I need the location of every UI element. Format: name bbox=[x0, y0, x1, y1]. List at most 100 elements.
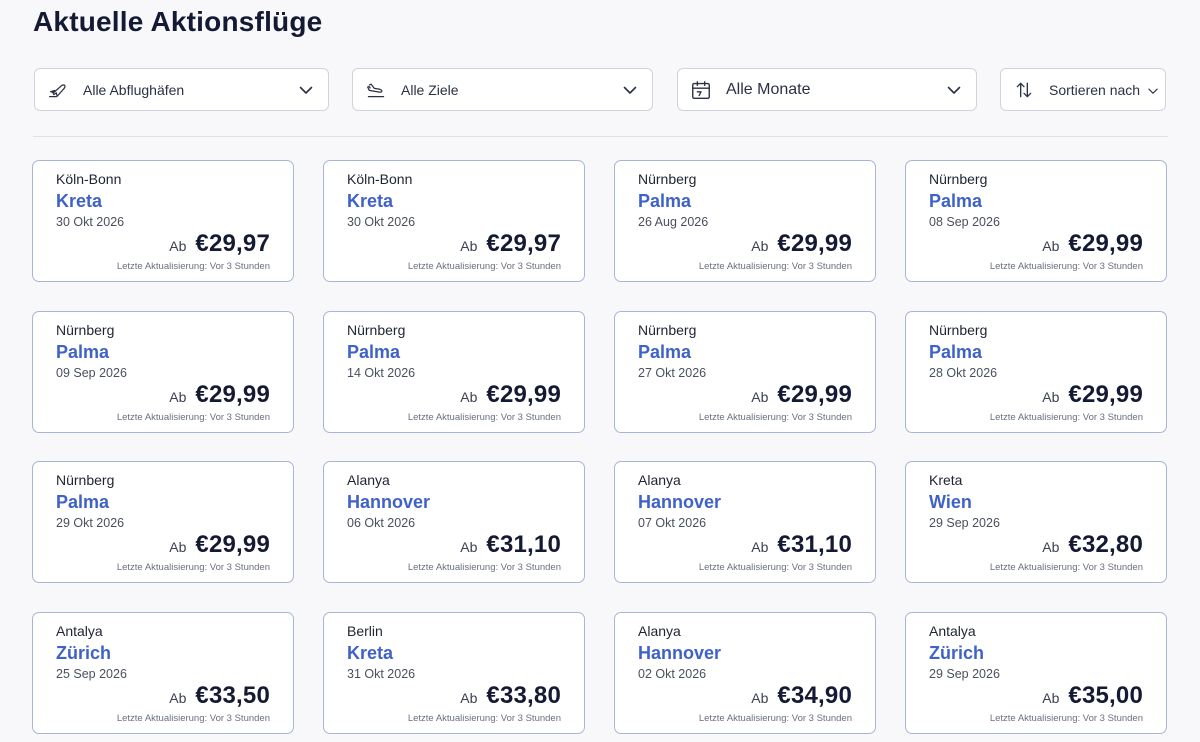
offer-destination: Palma bbox=[929, 191, 983, 211]
offer-card[interactable]: Nürnberg Palma 08 Sep 2026 Ab €29,99 Let… bbox=[905, 160, 1167, 282]
offer-origin: Köln-Bonn bbox=[56, 171, 122, 187]
offer-price-row: Ab €32,80 bbox=[1042, 531, 1143, 559]
last-updated: Letzte Aktualisierung: Vor 3 Stunden bbox=[116, 412, 270, 423]
last-updated: Letzte Aktualisierung: Vor 3 Stunden bbox=[116, 713, 270, 724]
last-updated: Letzte Aktualisierung: Vor 3 Stunden bbox=[407, 412, 561, 423]
price-prefix: Ab bbox=[460, 389, 478, 405]
offer-card[interactable]: Nürnberg Palma 26 Aug 2026 Ab €29,99 Let… bbox=[614, 160, 876, 282]
offer-date: 07 Okt 2026 bbox=[638, 516, 707, 530]
offer-card[interactable]: Nürnberg Palma 09 Sep 2026 Ab €29,99 Let… bbox=[32, 311, 294, 433]
offer-card[interactable]: Alanya Hannover 06 Okt 2026 Ab €31,10 Le… bbox=[323, 461, 585, 583]
offer-price: €35,00 bbox=[1068, 682, 1143, 709]
price-prefix: Ab bbox=[460, 690, 478, 706]
offer-date: 30 Okt 2026 bbox=[56, 215, 125, 229]
offer-price-row: Ab €29,97 bbox=[460, 230, 561, 258]
page: Aktuelle Aktionsflüge Alle Abflughäfen A… bbox=[0, 0, 1200, 742]
offer-origin: Alanya bbox=[347, 472, 390, 488]
offer-date: 29 Okt 2026 bbox=[56, 516, 125, 530]
offer-date: 08 Sep 2026 bbox=[929, 215, 1000, 229]
offer-price: €29,99 bbox=[1068, 230, 1143, 257]
offer-origin: Nürnberg bbox=[347, 322, 406, 338]
offer-origin: Nürnberg bbox=[56, 472, 115, 488]
offer-destination: Kreta bbox=[56, 191, 103, 211]
offer-date: 30 Okt 2026 bbox=[347, 215, 416, 229]
offer-card[interactable]: Kreta Wien 29 Sep 2026 Ab €32,80 Letzte … bbox=[905, 461, 1167, 583]
offer-origin: Nürnberg bbox=[638, 171, 697, 187]
offer-card[interactable]: Berlin Kreta 31 Okt 2026 Ab €33,80 Letzt… bbox=[323, 612, 585, 734]
offer-destination: Hannover bbox=[638, 492, 722, 512]
price-prefix: Ab bbox=[751, 539, 769, 555]
last-updated: Letzte Aktualisierung: Vor 3 Stunden bbox=[698, 713, 852, 724]
offer-card[interactable]: Alanya Hannover 07 Okt 2026 Ab €31,10 Le… bbox=[614, 461, 876, 583]
offer-destination: Palma bbox=[929, 342, 983, 362]
offer-price: €29,97 bbox=[195, 230, 270, 257]
offer-date: 09 Sep 2026 bbox=[56, 366, 127, 380]
offer-origin: Kreta bbox=[929, 472, 963, 488]
offer-card[interactable]: Nürnberg Palma 14 Okt 2026 Ab €29,99 Let… bbox=[323, 311, 585, 433]
offer-card[interactable]: Nürnberg Palma 29 Okt 2026 Ab €29,99 Let… bbox=[32, 461, 294, 583]
price-prefix: Ab bbox=[460, 539, 478, 555]
offer-destination: Palma bbox=[638, 191, 692, 211]
price-prefix: Ab bbox=[460, 238, 478, 254]
offer-date: 29 Sep 2026 bbox=[929, 667, 1000, 681]
last-updated: Letzte Aktualisierung: Vor 3 Stunden bbox=[989, 261, 1143, 272]
offer-price: €33,80 bbox=[486, 682, 561, 709]
price-prefix: Ab bbox=[169, 389, 187, 405]
offer-origin: Nürnberg bbox=[638, 322, 697, 338]
offer-date: 26 Aug 2026 bbox=[638, 215, 709, 229]
last-updated: Letzte Aktualisierung: Vor 3 Stunden bbox=[116, 562, 270, 573]
offer-origin: Nürnberg bbox=[929, 322, 988, 338]
offer-date: 31 Okt 2026 bbox=[347, 667, 416, 681]
offer-price: €29,99 bbox=[195, 531, 270, 558]
offer-destination: Wien bbox=[929, 492, 972, 512]
last-updated: Letzte Aktualisierung: Vor 3 Stunden bbox=[989, 412, 1143, 423]
last-updated: Letzte Aktualisierung: Vor 3 Stunden bbox=[407, 261, 561, 272]
offer-price: €32,80 bbox=[1068, 531, 1143, 558]
offer-card[interactable]: Köln-Bonn Kreta 30 Okt 2026 Ab €29,97 Le… bbox=[32, 160, 294, 282]
offer-price-row: Ab €31,10 bbox=[751, 531, 852, 559]
offer-card[interactable]: Nürnberg Palma 27 Okt 2026 Ab €29,99 Let… bbox=[614, 311, 876, 433]
offer-price-row: Ab €29,99 bbox=[751, 230, 852, 258]
offer-origin: Alanya bbox=[638, 623, 681, 639]
offer-origin: Köln-Bonn bbox=[347, 171, 413, 187]
last-updated: Letzte Aktualisierung: Vor 3 Stunden bbox=[698, 412, 852, 423]
offer-date: 25 Sep 2026 bbox=[56, 667, 127, 681]
last-updated: Letzte Aktualisierung: Vor 3 Stunden bbox=[989, 562, 1143, 573]
offer-destination: Zürich bbox=[56, 643, 112, 663]
offer-date: 29 Sep 2026 bbox=[929, 516, 1000, 530]
offer-price-row: Ab €34,90 bbox=[751, 682, 852, 710]
price-prefix: Ab bbox=[751, 389, 769, 405]
offer-price: €29,99 bbox=[195, 381, 270, 408]
offer-origin: Nürnberg bbox=[929, 171, 988, 187]
offer-card[interactable]: Antalya Zürich 29 Sep 2026 Ab €35,00 Let… bbox=[905, 612, 1167, 734]
offer-origin: Berlin bbox=[347, 623, 383, 639]
offer-card[interactable]: Nürnberg Palma 28 Okt 2026 Ab €29,99 Let… bbox=[905, 311, 1167, 433]
offer-date: 14 Okt 2026 bbox=[347, 366, 416, 380]
last-updated: Letzte Aktualisierung: Vor 3 Stunden bbox=[989, 713, 1143, 724]
offer-date: 02 Okt 2026 bbox=[638, 667, 707, 681]
offer-price: €31,10 bbox=[777, 531, 852, 558]
offer-price-row: Ab €29,99 bbox=[460, 381, 561, 409]
offer-card[interactable]: Antalya Zürich 25 Sep 2026 Ab €33,50 Let… bbox=[32, 612, 294, 734]
offer-price-row: Ab €29,99 bbox=[1042, 230, 1143, 258]
offer-card[interactable]: Köln-Bonn Kreta 30 Okt 2026 Ab €29,97 Le… bbox=[323, 160, 585, 282]
last-updated: Letzte Aktualisierung: Vor 3 Stunden bbox=[407, 562, 561, 573]
offer-price: €34,90 bbox=[777, 682, 852, 709]
last-updated: Letzte Aktualisierung: Vor 3 Stunden bbox=[698, 261, 852, 272]
offer-destination: Hannover bbox=[347, 492, 431, 512]
price-prefix: Ab bbox=[751, 238, 769, 254]
offer-price: €29,99 bbox=[1068, 381, 1143, 408]
offer-date: 28 Okt 2026 bbox=[929, 366, 998, 380]
offer-card[interactable]: Alanya Hannover 02 Okt 2026 Ab €34,90 Le… bbox=[614, 612, 876, 734]
offer-origin: Antalya bbox=[56, 623, 103, 639]
offer-price-row: Ab €29,99 bbox=[751, 381, 852, 409]
offer-price: €29,99 bbox=[777, 230, 852, 257]
offer-price-row: Ab €33,80 bbox=[460, 682, 561, 710]
offer-price: €33,50 bbox=[195, 682, 270, 709]
offer-price: €31,10 bbox=[486, 531, 561, 558]
offer-price-row: Ab €29,99 bbox=[1042, 381, 1143, 409]
price-prefix: Ab bbox=[1042, 690, 1060, 706]
price-prefix: Ab bbox=[169, 238, 187, 254]
offer-price-row: Ab €29,99 bbox=[169, 381, 270, 409]
last-updated: Letzte Aktualisierung: Vor 3 Stunden bbox=[116, 261, 270, 272]
